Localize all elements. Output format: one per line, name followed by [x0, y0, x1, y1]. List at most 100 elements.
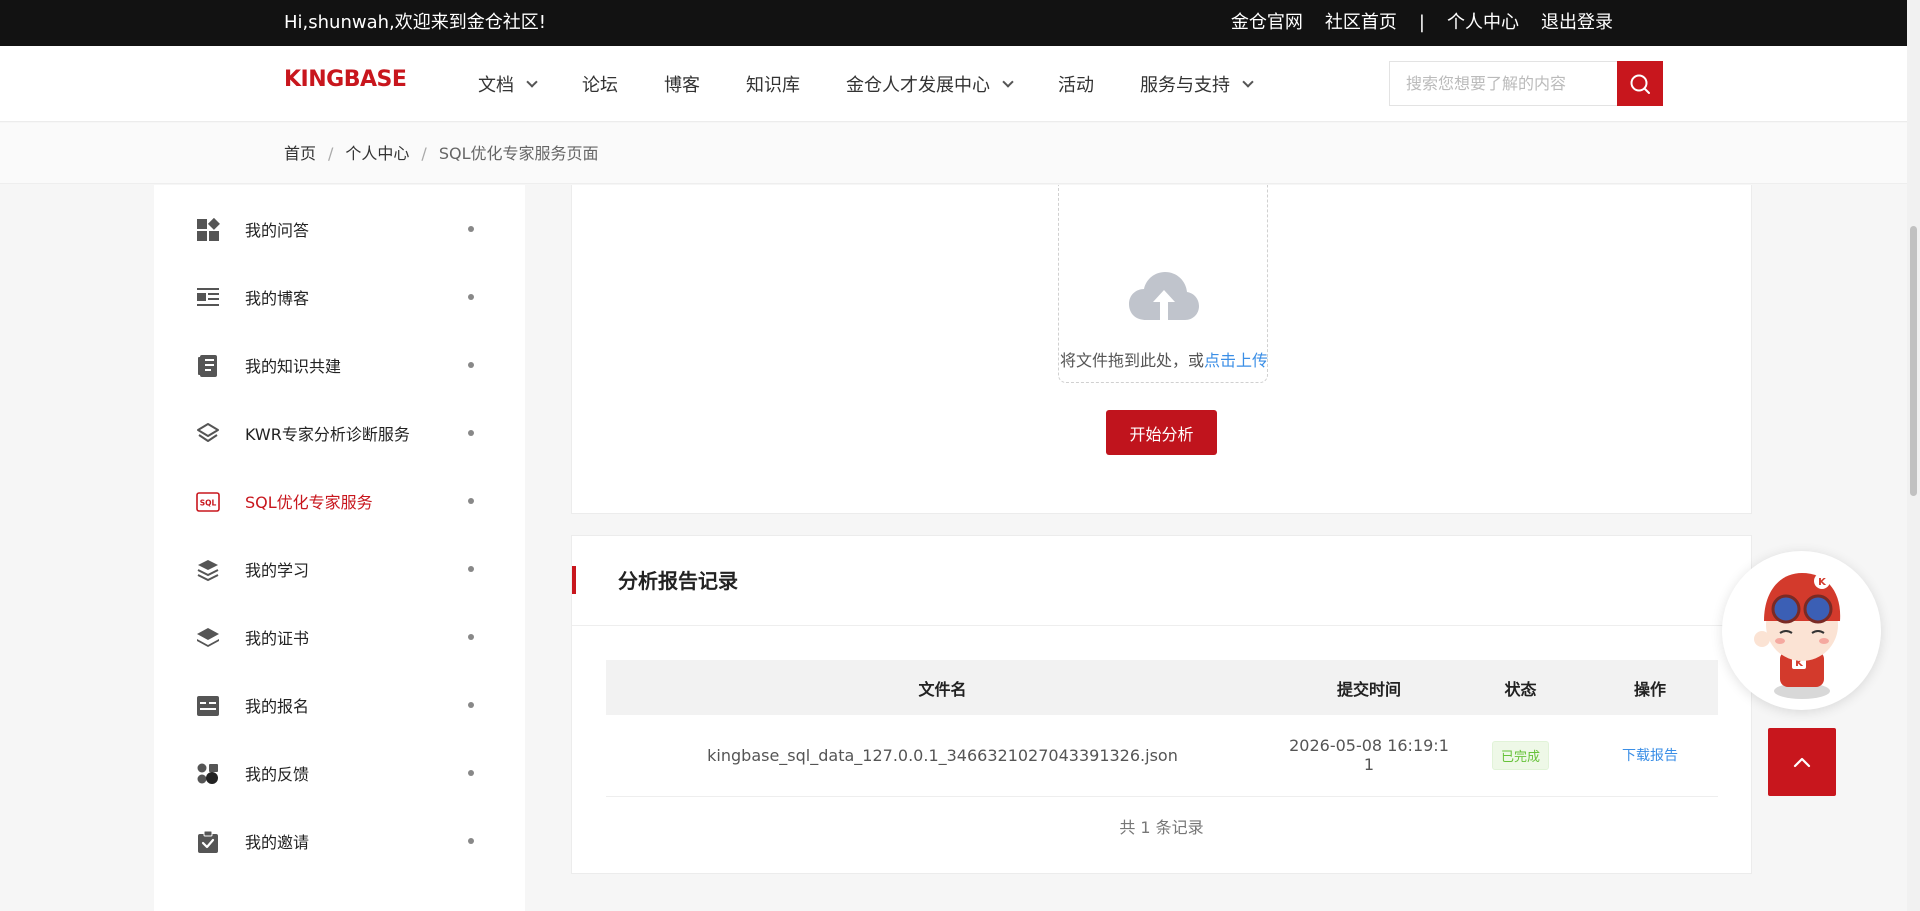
clipboard-check-icon	[198, 830, 218, 853]
chevron-up-icon	[1793, 757, 1811, 768]
upload-dropzone[interactable]: 将文件拖到此处，或点击上传	[1058, 185, 1268, 383]
submit-time-line: 1	[1363, 755, 1375, 775]
sidebar-item-kwr[interactable]: KWR专家分析诊断服务	[154, 399, 525, 467]
nav-item-label: 金仓人才发展中心	[846, 75, 990, 96]
sidebar-item-my-registration[interactable]: 我的报名	[154, 671, 525, 739]
mascot-icon: K K	[1754, 573, 1841, 699]
top-links: 金仓官网 社区首页 | 个人中心 退出登录	[1209, 0, 1613, 46]
page-scrollbar-thumb[interactable]	[1910, 226, 1917, 496]
breadcrumb-separator: /	[328, 144, 334, 163]
upload-hint: 将文件拖到此处，或点击上传	[1059, 347, 1269, 371]
chevron-down-icon	[1242, 75, 1254, 88]
nav-item-label: 博客	[664, 75, 700, 96]
nav-item-events[interactable]: 活动	[1058, 71, 1094, 97]
sidebar-item-my-qa[interactable]: 我的问答	[154, 195, 525, 263]
notebook-icon	[198, 355, 217, 377]
stack-filled-icon	[197, 628, 219, 647]
column-header-submit-time: 提交时间	[1279, 660, 1459, 715]
status-badge: 已完成	[1491, 740, 1549, 770]
dot-icon	[468, 226, 474, 232]
submit-time-line: 2026-05-08 16:19:1	[1289, 736, 1449, 756]
column-header-filename: 文件名	[606, 660, 1279, 715]
dashboard-icon	[197, 218, 220, 241]
breadcrumb-current: SQL优化专家服务页面	[438, 144, 599, 163]
upload-hint-text: 将文件拖到此处，或	[1059, 351, 1204, 370]
download-report-link[interactable]: 下载报告	[1622, 748, 1678, 764]
svg-text:SQL: SQL	[200, 499, 217, 508]
upload-card: 将文件拖到此处，或点击上传 开始分析	[571, 185, 1752, 514]
sidebar-item-label: KWR专家分析诊断服务	[245, 425, 410, 444]
nav-item-label: 论坛	[582, 75, 618, 96]
svg-text:K: K	[1818, 577, 1827, 588]
total-records: 共 1 条记录	[1119, 818, 1204, 837]
sidebar-item-my-invitations[interactable]: 我的邀请	[154, 807, 525, 875]
search-icon	[1630, 74, 1650, 94]
official-site-link[interactable]: 金仓官网	[1231, 0, 1303, 46]
column-header-status: 状态	[1459, 660, 1582, 715]
kingbase-logo[interactable]: KINGBASE	[284, 67, 407, 92]
stack-icon	[197, 560, 219, 582]
sidebar-item-sql-optimization[interactable]: SQL SQL优化专家服务	[154, 467, 525, 535]
nav-item-docs[interactable]: 文档	[478, 71, 538, 97]
layers-outline-icon	[197, 423, 219, 442]
sidebar-item-label: 我的证书	[245, 629, 310, 648]
nav-item-label: 服务与支持	[1140, 75, 1230, 96]
reports-table: 文件名 提交时间 状态 操作 kingbase_sql_data_127.0.0…	[606, 660, 1718, 797]
dot-icon	[468, 634, 474, 640]
nav-item-label: 知识库	[746, 75, 800, 96]
sidebar-item-my-learning[interactable]: 我的学习	[154, 535, 525, 603]
sql-icon: SQL	[196, 492, 220, 512]
cloud-upload-icon	[1129, 272, 1199, 320]
start-analysis-button[interactable]: 开始分析	[1106, 410, 1217, 455]
back-to-top-button[interactable]	[1768, 728, 1836, 796]
sidebar-item-label: 我的知识共建	[245, 357, 342, 376]
column-header-action: 操作	[1582, 660, 1718, 715]
sidebar-item-my-knowledge[interactable]: 我的知识共建	[154, 331, 525, 399]
nav-item-support[interactable]: 服务与支持	[1140, 71, 1254, 97]
top-bar: Hi,shunwah,欢迎来到金仓社区! 金仓官网 社区首页 | 个人中心 退出…	[0, 0, 1920, 46]
greeting-text: Hi,shunwah,欢迎来到金仓社区!	[284, 12, 546, 33]
reports-header: 分析报告记录	[572, 536, 1751, 626]
sidebar-item-my-blog[interactable]: 我的博客	[154, 263, 525, 331]
nav-item-label: 文档	[478, 75, 514, 96]
dot-icon	[468, 498, 474, 504]
nav-item-blog[interactable]: 博客	[664, 71, 700, 97]
search-button[interactable]	[1617, 61, 1663, 106]
dot-icon	[468, 430, 474, 436]
breadcrumb-personal-center[interactable]: 个人中心	[345, 144, 409, 163]
sidebar-item-label: 我的问答	[245, 221, 310, 240]
mascot-assistant[interactable]: K K	[1722, 551, 1881, 710]
chevron-down-icon	[526, 75, 538, 88]
title-accent-bar	[572, 566, 576, 594]
main-navbar: KINGBASE 文档 论坛 博客 知识库 金仓人才发展中心 活动 服务与支持	[0, 46, 1907, 122]
breadcrumb: 首页 / 个人中心 / SQL优化专家服务页面	[284, 123, 598, 184]
breadcrumb-home[interactable]: 首页	[284, 144, 316, 163]
dot-icon	[468, 566, 474, 572]
personal-center-link[interactable]: 个人中心	[1447, 0, 1519, 46]
sidebar-item-label: 我的博客	[245, 289, 310, 308]
nav-item-talent[interactable]: 金仓人才发展中心	[846, 71, 1014, 97]
community-home-link[interactable]: 社区首页	[1325, 0, 1397, 46]
click-upload-link[interactable]: 点击上传	[1204, 351, 1268, 370]
breadcrumb-separator: /	[421, 144, 427, 163]
sidebar-item-my-feedback[interactable]: 我的反馈	[154, 739, 525, 807]
nav-item-label: 活动	[1058, 75, 1094, 96]
sidebar-item-my-certificates[interactable]: 我的证书	[154, 603, 525, 671]
dot-icon	[468, 838, 474, 844]
breadcrumb-bar: 首页 / 个人中心 / SQL优化专家服务页面	[0, 123, 1907, 184]
cell-submit-time: 2026-05-08 16:19:1 1	[1279, 715, 1459, 797]
sidebar-menu: 我的问答 我的博客 我的知识共建 KWR专家分析诊断服务 SQL SQL优化专家…	[154, 185, 525, 911]
sidebar-item-label: SQL优化专家服务	[245, 493, 373, 512]
id-card-icon	[197, 696, 219, 716]
sidebar-item-label: 我的邀请	[245, 833, 310, 852]
sidebar-item-label: 我的反馈	[245, 765, 310, 784]
dot-icon	[468, 294, 474, 300]
dot-icon	[468, 770, 474, 776]
nav-item-forum[interactable]: 论坛	[582, 71, 618, 97]
table-header-row: 文件名 提交时间 状态 操作	[606, 660, 1718, 715]
nav-item-knowledge[interactable]: 知识库	[746, 71, 800, 97]
main-nav: 文档 论坛 博客 知识库 金仓人才发展中心 活动 服务与支持	[478, 46, 1298, 122]
logout-link[interactable]: 退出登录	[1541, 0, 1613, 46]
top-links-separator: |	[1418, 12, 1425, 33]
dot-icon	[468, 362, 474, 368]
